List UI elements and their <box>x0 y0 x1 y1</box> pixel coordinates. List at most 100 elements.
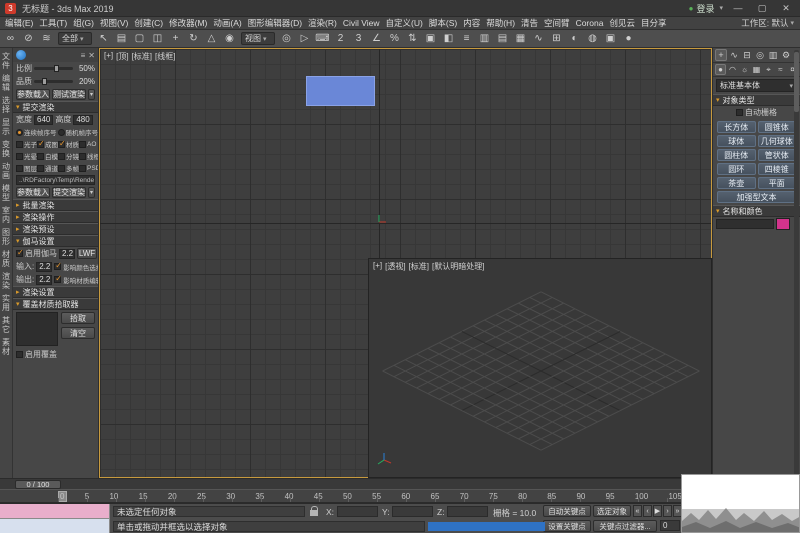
primitive-button[interactable]: 长方体 <box>717 121 756 133</box>
primitive-button[interactable]: 几何球体 <box>758 135 797 147</box>
category-dropdown[interactable]: 标准基本体▾ <box>716 79 797 92</box>
snap-toggle-3d-icon[interactable]: 3 <box>350 31 367 46</box>
viewport-perspective[interactable]: [+][透视] [标准][默认明暗处理] <box>368 258 712 478</box>
align-icon[interactable]: ≡ <box>458 31 475 46</box>
primitive-button[interactable]: 圆环 <box>717 163 756 175</box>
left-category-tab[interactable]: 室内 <box>1 206 12 224</box>
menu-item[interactable]: 图形编辑器(D) <box>245 17 305 29</box>
material-editor-icon[interactable]: ◐ <box>566 31 583 46</box>
menu-item[interactable]: 渲染(R) <box>305 17 340 29</box>
viewport-label[interactable]: [标准] <box>132 51 152 62</box>
render-option-checkbox[interactable]: 光晕 <box>16 151 37 161</box>
render-option-checkbox[interactable]: 白模 <box>37 151 58 161</box>
quality-slider[interactable] <box>34 80 73 83</box>
schematic-view-icon[interactable]: ⊞ <box>548 31 565 46</box>
left-category-tab[interactable]: 图形 <box>1 228 12 246</box>
viewport-label[interactable]: [标准] <box>409 261 429 272</box>
rendered-frame-icon[interactable]: ▣ <box>602 31 619 46</box>
spinner-snap-icon[interactable]: ⇅ <box>404 31 421 46</box>
select-and-link-icon[interactable]: ∞ <box>2 31 19 46</box>
affect-color-checkbox[interactable] <box>54 263 61 270</box>
keyboard-override-icon[interactable]: ⌨ <box>314 31 331 46</box>
slider-handle[interactable] <box>42 78 47 85</box>
coord-z-field[interactable] <box>447 506 488 517</box>
cat-geometry-icon[interactable]: ● <box>715 64 726 75</box>
coord-x-field[interactable] <box>337 506 378 517</box>
viewport-label[interactable]: [+] <box>373 261 382 272</box>
track-bar[interactable]: 0510152025303540455055606570758085909510… <box>0 489 712 503</box>
render-option-checkbox[interactable]: 分镜 <box>58 151 79 161</box>
render-option-checkbox[interactable]: 成图 <box>37 139 58 149</box>
render-option-checkbox[interactable]: 线框 <box>79 151 99 161</box>
affect-material-checkbox[interactable] <box>54 276 61 283</box>
render-option-checkbox[interactable]: 多帧 <box>58 163 79 173</box>
transport-button[interactable]: ‹ <box>643 505 652 517</box>
load-params-button[interactable]: 参数载入 <box>16 89 50 100</box>
left-category-tab[interactable]: 变换 <box>1 140 12 158</box>
percent-snap-icon[interactable]: % <box>386 31 403 46</box>
render-production-icon[interactable]: ● <box>620 31 637 46</box>
primitive-button[interactable]: 加强型文本 <box>717 191 796 203</box>
left-category-tab[interactable]: 材质 <box>1 250 12 268</box>
menu-item[interactable]: 编辑(E) <box>2 17 36 29</box>
submit-render-button[interactable]: 提交渲染 <box>52 187 86 198</box>
current-frame-field[interactable]: 0 <box>660 520 680 531</box>
viewport-label[interactable]: [+] <box>104 51 113 62</box>
tab-utilities-icon[interactable]: ⚙ <box>780 49 792 61</box>
set-key-button[interactable]: 设置关键点 <box>543 520 591 532</box>
bind-to-space-warp-icon[interactable]: ≋ <box>38 31 55 46</box>
selection-filter-dropdown[interactable]: 全部▾ <box>58 32 92 45</box>
rollout-override-material[interactable]: ▾覆盖材质拾取器 <box>13 298 98 310</box>
workspace-dropdown[interactable]: 工作区: 默认▾ <box>741 17 798 29</box>
left-category-tab[interactable]: 模型 <box>1 184 12 202</box>
load-params-button-2[interactable]: 参数载入 <box>16 187 50 198</box>
autogrid-checkbox[interactable] <box>736 109 743 116</box>
render-option-checkbox[interactable]: PSD <box>79 165 99 172</box>
use-center-icon[interactable]: ◎ <box>278 31 295 46</box>
scale-slider[interactable] <box>34 67 73 70</box>
override-material-preview[interactable] <box>16 312 58 346</box>
select-and-place-icon[interactable]: ◉ <box>221 31 238 46</box>
transport-button[interactable]: ▶ <box>653 505 662 517</box>
auto-key-button[interactable]: 自动关键点 <box>543 505 591 517</box>
width-field[interactable]: 640 <box>34 115 53 125</box>
menu-item[interactable]: 目分享 <box>638 17 670 29</box>
cat-lights-icon[interactable]: ☼ <box>739 64 750 75</box>
render-option-checkbox[interactable]: 光子 <box>16 139 37 149</box>
select-by-name-icon[interactable]: ▤ <box>113 31 130 46</box>
gamma-out-field[interactable]: 2.2 <box>36 275 52 285</box>
snap-toggle-2d-icon[interactable]: 2 <box>332 31 349 46</box>
left-category-tab[interactable]: 渲染 <box>1 272 12 290</box>
angle-snap-icon[interactable]: ∠ <box>368 31 385 46</box>
slider-handle[interactable] <box>54 65 59 72</box>
rollout-render-settings[interactable]: ▸渲染设置 <box>13 286 98 298</box>
render-option-checkbox[interactable]: AO <box>79 141 96 148</box>
viewport-label[interactable]: [默认明暗处理] <box>432 261 484 272</box>
login-button[interactable]: ●登录▾ <box>689 2 723 15</box>
named-selection-sets-icon[interactable]: ▣ <box>422 31 439 46</box>
submit-render-dropdown[interactable]: ▾ <box>88 187 95 198</box>
cat-shapes-icon[interactable]: ◠ <box>727 64 738 75</box>
key-filters-button[interactable]: 关键点过滤器... <box>593 520 657 532</box>
primitive-button[interactable]: 管状体 <box>758 149 797 161</box>
primitive-button[interactable]: 茶壶 <box>717 177 756 189</box>
rollout-name-color[interactable]: ▾名称和颜色 <box>713 205 800 217</box>
menu-item[interactable]: 视图(V) <box>97 17 131 29</box>
left-category-tab[interactable]: 显示 <box>1 118 12 136</box>
select-and-manipulate-icon[interactable]: ▷ <box>296 31 313 46</box>
ribbon-icon[interactable]: ▦ <box>512 31 529 46</box>
tab-motion-icon[interactable]: ◎ <box>754 49 766 61</box>
left-category-tab[interactable]: 动画 <box>1 162 12 180</box>
viewport-label[interactable]: [透视] <box>385 261 405 272</box>
tab-create-icon[interactable]: + <box>715 49 727 61</box>
select-and-move-icon[interactable]: + <box>167 31 184 46</box>
left-category-tab[interactable]: 素材 <box>1 338 12 356</box>
cat-spacewarps-icon[interactable]: ≈ <box>775 64 786 75</box>
left-category-tab[interactable]: 实用 <box>1 294 12 312</box>
unlink-selection-icon[interactable]: ⊘ <box>20 31 37 46</box>
panel-menu-icon[interactable]: ≡ <box>81 51 86 60</box>
rollout-submit-render[interactable]: ▾提交渲染 <box>13 101 98 113</box>
plugin-logo-icon[interactable] <box>16 50 26 60</box>
menu-item[interactable]: Civil View <box>340 18 383 28</box>
enable-override-checkbox[interactable] <box>16 351 23 358</box>
